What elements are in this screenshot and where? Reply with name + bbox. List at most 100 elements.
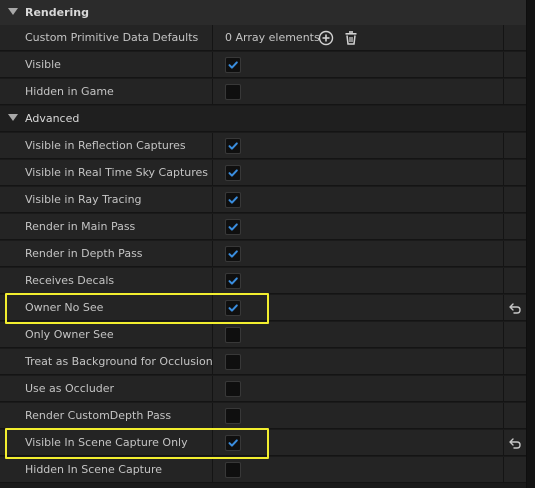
checkmark-icon: [228, 196, 238, 204]
row-label: Visible: [25, 58, 61, 71]
column-divider[interactable]: [212, 214, 213, 239]
vertical-scrollbar[interactable]: [526, 0, 535, 488]
column-divider[interactable]: [212, 376, 213, 401]
treat-as-background-for-occlusion-checkbox[interactable]: [225, 354, 241, 370]
row-custom-primitive-data-defaults: Custom Primitive Data Defaults 0 Array e…: [0, 25, 527, 51]
row-label: Visible in Ray Tracing: [25, 193, 142, 206]
row-label: Hidden in Game: [25, 85, 114, 98]
visible-in-scene-capture-only-checkbox[interactable]: [225, 435, 241, 451]
column-divider[interactable]: [212, 349, 213, 374]
details-panel-root: Rendering Custom Primitive Data Defaults…: [0, 0, 535, 488]
trash-icon[interactable]: [343, 30, 359, 46]
row-label: Use as Occluder: [25, 382, 115, 395]
row-label: Render in Main Pass: [25, 220, 136, 233]
visible-in-reflection-captures-checkbox[interactable]: [225, 138, 241, 154]
visible-in-ray-tracing-checkbox[interactable]: [225, 192, 241, 208]
column-divider-right: [503, 214, 504, 239]
column-divider-right: [503, 322, 504, 347]
checkmark-icon: [228, 169, 238, 177]
column-divider[interactable]: [212, 457, 213, 482]
details-panel: Rendering Custom Primitive Data Defaults…: [0, 0, 527, 488]
column-divider-right: [503, 241, 504, 266]
row-hidden-in-scene-capture: Hidden In Scene Capture: [0, 457, 527, 483]
row-visible-in-ray-tracing: Visible in Ray Tracing: [0, 187, 527, 213]
hidden-in-game-checkbox[interactable]: [225, 84, 241, 100]
use-as-occluder-checkbox[interactable]: [225, 381, 241, 397]
row-label: Hidden In Scene Capture: [25, 463, 163, 476]
checkmark-icon: [228, 304, 238, 312]
chevron-down-icon[interactable]: [8, 8, 18, 15]
row-visible-in-scene-capture-only: Visible In Scene Capture Only: [0, 430, 527, 456]
column-divider[interactable]: [212, 25, 213, 50]
row-only-owner-see: Only Owner See: [0, 322, 527, 348]
row-label: Owner No See: [25, 301, 104, 314]
row-receives-decals: Receives Decals: [0, 268, 527, 294]
column-divider-right: [503, 349, 504, 374]
column-divider[interactable]: [212, 52, 213, 77]
row-owner-no-see: Owner No See: [0, 295, 527, 321]
column-divider-right: [503, 403, 504, 428]
receives-decals-checkbox[interactable]: [225, 273, 241, 289]
render-in-depth-pass-checkbox[interactable]: [225, 246, 241, 262]
checkmark-icon: [228, 142, 238, 150]
row-treat-as-background-for-occlusion: Treat as Background for Occlusion: [0, 349, 527, 375]
column-divider[interactable]: [212, 268, 213, 293]
array-elements-count: 0 Array elements: [225, 31, 320, 44]
row-hidden-in-game: Hidden in Game: [0, 79, 527, 105]
column-divider[interactable]: [212, 295, 213, 320]
render-customdepth-pass-checkbox[interactable]: [225, 408, 241, 424]
checkmark-icon: [228, 439, 238, 447]
row-label: Receives Decals: [25, 274, 115, 287]
column-divider-right: [503, 52, 504, 77]
column-divider-right: [503, 376, 504, 401]
visible-checkbox[interactable]: [225, 57, 241, 73]
category-rendering[interactable]: Rendering: [0, 0, 527, 26]
column-divider[interactable]: [212, 322, 213, 347]
row-label: Render in Depth Pass: [25, 247, 143, 260]
row-label: Custom Primitive Data Defaults: [25, 31, 199, 44]
column-divider-right: [503, 79, 504, 104]
category-rendering-label: Rendering: [25, 6, 89, 19]
column-divider[interactable]: [212, 79, 213, 104]
row-label: Render CustomDepth Pass: [25, 409, 172, 422]
column-divider-right: [503, 268, 504, 293]
column-divider-right: [503, 430, 504, 455]
column-divider-right: [503, 187, 504, 212]
row-visible-in-reflection-captures: Visible in Reflection Captures: [0, 133, 527, 159]
column-divider[interactable]: [212, 403, 213, 428]
row-label: Visible in Real Time Sky Captures: [25, 166, 209, 179]
reset-to-default-icon[interactable]: [508, 436, 522, 450]
reset-to-default-icon[interactable]: [508, 301, 522, 315]
column-divider[interactable]: [212, 160, 213, 185]
render-in-main-pass-checkbox[interactable]: [225, 219, 241, 235]
row-visible-in-real-time-sky-captures: Visible in Real Time Sky Captures: [0, 160, 527, 186]
hidden-in-scene-capture-checkbox[interactable]: [225, 462, 241, 478]
column-divider[interactable]: [212, 241, 213, 266]
row-render-in-depth-pass: Render in Depth Pass: [0, 241, 527, 267]
row-use-as-occluder: Use as Occluder: [0, 376, 527, 402]
category-advanced-label: Advanced: [25, 112, 80, 125]
row-label: Treat as Background for Occlusion: [25, 355, 213, 368]
category-advanced[interactable]: Advanced: [0, 106, 527, 132]
checkmark-icon: [228, 277, 238, 285]
column-divider[interactable]: [212, 430, 213, 455]
column-divider-right: [503, 295, 504, 320]
row-visible: Visible: [0, 52, 527, 78]
row-render-customdepth-pass: Render CustomDepth Pass: [0, 403, 527, 429]
column-divider-right: [503, 160, 504, 185]
plus-circle-icon[interactable]: [318, 30, 334, 46]
only-owner-see-checkbox[interactable]: [225, 327, 241, 343]
checkmark-icon: [228, 61, 238, 69]
column-divider[interactable]: [212, 133, 213, 158]
column-divider-right: [503, 457, 504, 482]
checkmark-icon: [228, 250, 238, 258]
row-label: Visible In Scene Capture Only: [25, 436, 188, 449]
owner-no-see-checkbox[interactable]: [225, 300, 241, 316]
visible-in-real-time-sky-captures-checkbox[interactable]: [225, 165, 241, 181]
checkmark-icon: [228, 223, 238, 231]
row-label: Visible in Reflection Captures: [25, 139, 186, 152]
column-divider-right: [503, 133, 504, 158]
column-divider[interactable]: [212, 187, 213, 212]
chevron-down-icon[interactable]: [8, 114, 18, 121]
column-divider-right: [503, 25, 504, 50]
